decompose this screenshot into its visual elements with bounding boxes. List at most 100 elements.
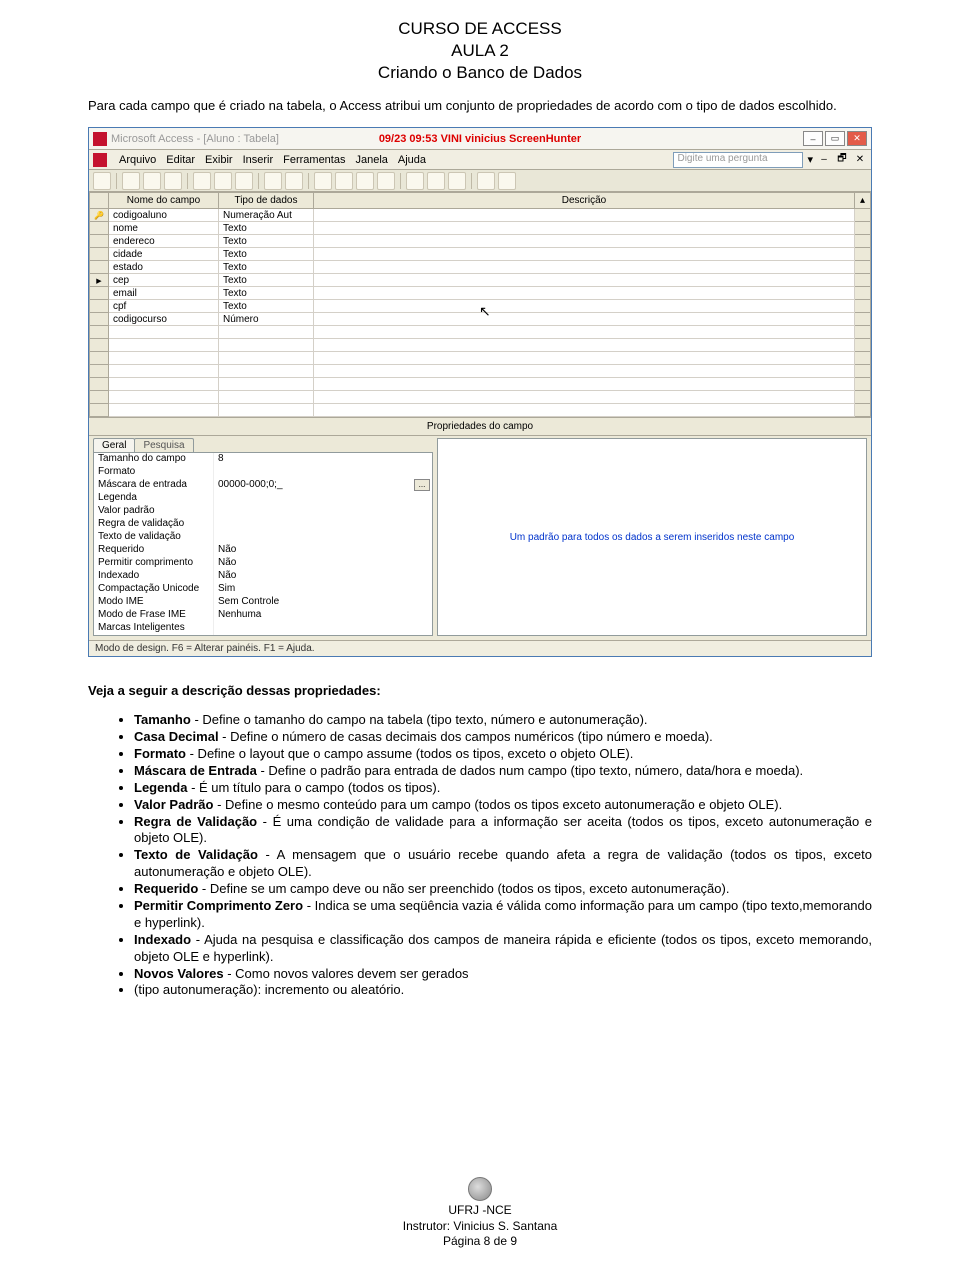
field-name-cell[interactable]: endereco bbox=[108, 235, 218, 248]
row-selector[interactable] bbox=[90, 287, 109, 300]
field-name-cell[interactable] bbox=[108, 339, 218, 352]
row-selector[interactable] bbox=[90, 209, 109, 222]
field-type-cell[interactable]: Número bbox=[218, 313, 313, 326]
menu-arquivo[interactable]: Arquivo bbox=[119, 154, 156, 166]
toolbar-properties-icon[interactable] bbox=[406, 172, 424, 190]
mdi-close-button[interactable]: ✕ bbox=[853, 153, 867, 167]
menu-ferramentas[interactable]: Ferramentas bbox=[283, 154, 345, 166]
scroll-track[interactable] bbox=[855, 222, 871, 235]
field-type-cell[interactable]: Texto bbox=[218, 300, 313, 313]
row-selector[interactable] bbox=[90, 261, 109, 274]
mdi-restore-button[interactable]: 🗗 bbox=[835, 153, 849, 167]
scroll-track[interactable] bbox=[855, 404, 871, 417]
row-selector[interactable] bbox=[90, 248, 109, 261]
row-selector[interactable] bbox=[90, 365, 109, 378]
table-row[interactable]: emailTexto bbox=[90, 287, 871, 300]
property-value[interactable]: Não bbox=[214, 570, 432, 583]
toolbar-cut-icon[interactable] bbox=[193, 172, 211, 190]
table-row[interactable]: nomeTexto bbox=[90, 222, 871, 235]
property-value[interactable] bbox=[214, 531, 432, 544]
field-name-cell[interactable]: cidade bbox=[108, 248, 218, 261]
field-name-cell[interactable]: estado bbox=[108, 261, 218, 274]
menu-janela[interactable]: Janela bbox=[355, 154, 387, 166]
scroll-track[interactable] bbox=[855, 313, 871, 326]
property-value[interactable]: Sem Controle bbox=[214, 596, 432, 609]
field-desc-cell[interactable] bbox=[313, 235, 854, 248]
builder-button[interactable]: ... bbox=[414, 479, 430, 491]
field-desc-cell[interactable] bbox=[313, 365, 854, 378]
toolbar-preview-icon[interactable] bbox=[164, 172, 182, 190]
field-name-cell[interactable]: email bbox=[108, 287, 218, 300]
table-row[interactable] bbox=[90, 339, 871, 352]
field-desc-cell[interactable] bbox=[313, 287, 854, 300]
field-desc-cell[interactable] bbox=[313, 326, 854, 339]
field-name-cell[interactable]: cep bbox=[108, 274, 218, 287]
field-desc-cell[interactable] bbox=[313, 300, 854, 313]
row-selector[interactable] bbox=[90, 404, 109, 417]
table-row[interactable] bbox=[90, 404, 871, 417]
row-selector[interactable] bbox=[90, 378, 109, 391]
table-row[interactable]: cpfTexto bbox=[90, 300, 871, 313]
field-type-cell[interactable]: Texto bbox=[218, 222, 313, 235]
field-name-cell[interactable] bbox=[108, 365, 218, 378]
field-type-cell[interactable]: Numeração Aut bbox=[218, 209, 313, 222]
field-type-cell[interactable] bbox=[218, 339, 313, 352]
field-desc-cell[interactable] bbox=[313, 352, 854, 365]
field-desc-cell[interactable] bbox=[313, 248, 854, 261]
property-row[interactable]: RequeridoNão bbox=[94, 544, 432, 557]
property-row[interactable]: Formato bbox=[94, 466, 432, 479]
menu-ajuda[interactable]: Ajuda bbox=[398, 154, 426, 166]
scroll-track[interactable] bbox=[855, 248, 871, 261]
field-type-cell[interactable]: Texto bbox=[218, 261, 313, 274]
table-row[interactable] bbox=[90, 352, 871, 365]
field-name-cell[interactable] bbox=[108, 326, 218, 339]
property-row[interactable]: Texto de validação bbox=[94, 531, 432, 544]
property-value[interactable]: 8 bbox=[214, 453, 432, 466]
field-desc-cell[interactable] bbox=[313, 404, 854, 417]
field-type-cell[interactable] bbox=[218, 404, 313, 417]
row-selector[interactable] bbox=[90, 391, 109, 404]
property-row[interactable]: Compactação UnicodeSim bbox=[94, 583, 432, 596]
field-name-cell[interactable]: nome bbox=[108, 222, 218, 235]
ask-question-input[interactable]: Digite uma pergunta bbox=[673, 152, 803, 168]
field-type-cell[interactable]: Texto bbox=[218, 287, 313, 300]
property-value[interactable]: Sim bbox=[214, 583, 432, 596]
property-row[interactable]: Legenda bbox=[94, 492, 432, 505]
property-value[interactable] bbox=[214, 622, 432, 635]
field-name-cell[interactable]: codigoaluno bbox=[108, 209, 218, 222]
field-type-cell[interactable]: Texto bbox=[218, 274, 313, 287]
field-desc-cell[interactable] bbox=[313, 391, 854, 404]
scroll-track[interactable] bbox=[855, 287, 871, 300]
toolbar-newobject-icon[interactable] bbox=[477, 172, 495, 190]
field-type-cell[interactable] bbox=[218, 365, 313, 378]
scroll-track[interactable] bbox=[855, 209, 871, 222]
toolbar-indexes-icon[interactable] bbox=[335, 172, 353, 190]
close-button[interactable]: ✕ bbox=[847, 131, 867, 146]
table-row[interactable] bbox=[90, 365, 871, 378]
ask-dropdown-icon[interactable]: ▾ bbox=[807, 153, 813, 166]
toolbar-insertrows-icon[interactable] bbox=[356, 172, 374, 190]
toolbar-build-icon[interactable] bbox=[427, 172, 445, 190]
toolbar-paste-icon[interactable] bbox=[235, 172, 253, 190]
maximize-button[interactable]: ▭ bbox=[825, 131, 845, 146]
tab-lookup[interactable]: Pesquisa bbox=[134, 438, 193, 452]
row-selector[interactable] bbox=[90, 352, 109, 365]
scroll-track[interactable] bbox=[855, 274, 871, 287]
row-selector[interactable] bbox=[90, 300, 109, 313]
field-type-cell[interactable] bbox=[218, 391, 313, 404]
toolbar-deleterows-icon[interactable] bbox=[377, 172, 395, 190]
scroll-track[interactable] bbox=[855, 391, 871, 404]
mdi-minimize-button[interactable]: – bbox=[817, 153, 831, 167]
field-name-cell[interactable] bbox=[108, 378, 218, 391]
table-row[interactable] bbox=[90, 326, 871, 339]
toolbar-key-icon[interactable] bbox=[314, 172, 332, 190]
menu-exibir[interactable]: Exibir bbox=[205, 154, 233, 166]
field-desc-cell[interactable] bbox=[313, 313, 854, 326]
toolbar-database-icon[interactable] bbox=[448, 172, 466, 190]
field-type-cell[interactable]: Texto bbox=[218, 248, 313, 261]
field-desc-cell[interactable] bbox=[313, 209, 854, 222]
property-row[interactable]: Valor padrão bbox=[94, 505, 432, 518]
field-name-cell[interactable] bbox=[108, 391, 218, 404]
row-selector[interactable] bbox=[90, 222, 109, 235]
property-value[interactable] bbox=[214, 492, 432, 505]
